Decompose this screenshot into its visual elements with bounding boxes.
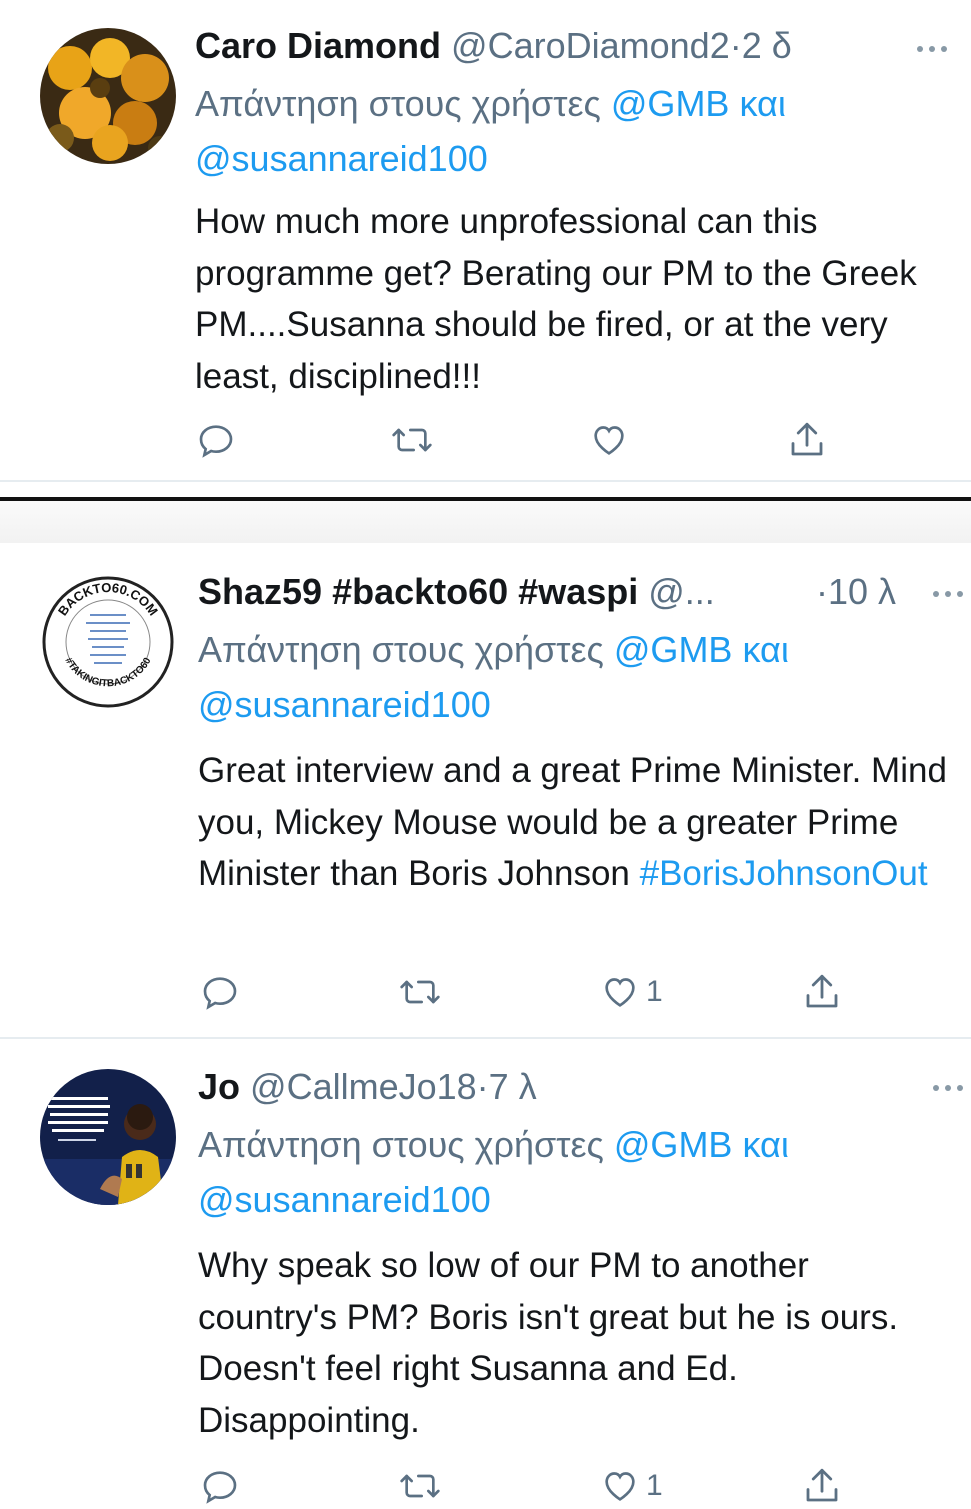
mention-link[interactable]: @susannareid100 xyxy=(198,1179,491,1220)
share-button[interactable] xyxy=(801,969,843,1015)
share-button[interactable] xyxy=(801,1463,843,1509)
mention-link[interactable]: @susannareid100 xyxy=(198,684,491,725)
timestamp[interactable]: 2 δ xyxy=(742,25,792,66)
tweet-1[interactable]: Caro Diamond @CaroDiamond2·2 δ Απάντηση … xyxy=(0,0,971,497)
tweet-time: ·10 λ xyxy=(816,570,896,614)
divider xyxy=(0,480,971,482)
retweet-icon xyxy=(400,980,440,1004)
timestamp[interactable]: 10 λ xyxy=(828,571,896,612)
author-name[interactable]: Shaz59 #backto60 #waspi xyxy=(198,571,638,612)
mention-link[interactable]: @susannareid100 xyxy=(195,138,488,179)
tweet-text: Why speak so low of our PM to another co… xyxy=(198,1246,899,1440)
retweet-button[interactable] xyxy=(398,969,442,1015)
like-icon xyxy=(605,978,635,1007)
mention-link[interactable]: @GMB xyxy=(614,1124,733,1165)
retweet-icon xyxy=(392,428,432,452)
reply-icon xyxy=(199,425,233,458)
share-icon xyxy=(806,1468,838,1502)
reply-button[interactable] xyxy=(200,969,240,1015)
hashtag-link[interactable]: #BorisJohnsonOut xyxy=(640,854,928,893)
mention-link[interactable]: @GMB xyxy=(614,629,733,670)
reply-icon xyxy=(203,1471,237,1504)
tweet-3[interactable]: Jo @CallmeJo18·7 λ Απάντηση στους χρήστε… xyxy=(0,1039,971,1508)
author-handle[interactable]: @CaroDiamond2 xyxy=(451,25,730,66)
retweet-icon xyxy=(400,1474,440,1498)
author-name[interactable]: Jo xyxy=(198,1066,240,1107)
reply-button[interactable] xyxy=(200,1463,240,1509)
reply-and: και xyxy=(739,83,786,124)
reply-prefix: Απάντηση στους χρήστες xyxy=(198,1124,604,1165)
retweet-button[interactable] xyxy=(390,417,434,463)
author-name[interactable]: Caro Diamond xyxy=(195,25,441,66)
like-count: 1 xyxy=(646,1469,663,1502)
like-icon xyxy=(605,1472,635,1501)
reply-prefix: Απάντηση στους χρήστες xyxy=(195,83,601,124)
more-icon[interactable] xyxy=(913,38,953,58)
tweet-text: Great interview and a great Prime Minist… xyxy=(198,745,968,900)
timestamp[interactable]: 7 λ xyxy=(489,1066,537,1107)
reply-button[interactable] xyxy=(196,417,236,463)
reply-and: και xyxy=(742,629,789,670)
share-icon xyxy=(791,422,823,456)
like-button[interactable]: 1 xyxy=(600,969,663,1015)
reply-icon xyxy=(203,977,237,1010)
tweet-header: Shaz59 #backto60 #waspi @... xyxy=(198,570,715,614)
reply-context: Απάντηση στους χρήστες @GMB και @susanna… xyxy=(195,76,935,186)
separator-dot: · xyxy=(476,1066,489,1107)
like-icon xyxy=(594,426,624,455)
author-handle[interactable]: @... xyxy=(648,571,715,612)
more-icon[interactable] xyxy=(929,583,969,603)
retweet-button[interactable] xyxy=(398,1463,442,1509)
like-count: 1 xyxy=(646,975,663,1008)
author-handle[interactable]: @CallmeJo18 xyxy=(250,1066,477,1107)
share-icon xyxy=(806,974,838,1008)
screenshot-gap xyxy=(0,501,971,543)
tweet-header: Jo @CallmeJo18·7 λ xyxy=(198,1065,537,1109)
reply-context: Απάντηση στους χρήστες @GMB και @susanna… xyxy=(198,622,938,732)
reply-context: Απάντηση στους χρήστες @GMB και @susanna… xyxy=(198,1117,938,1227)
tweet-2[interactable]: BACKTO60.COM #TAKINGITBACKTO60 Shaz59 #b… xyxy=(0,543,971,1039)
like-button[interactable]: 1 xyxy=(600,1463,663,1509)
separator-dot: · xyxy=(729,25,742,66)
more-icon[interactable] xyxy=(929,1077,969,1097)
reply-and: και xyxy=(742,1124,789,1165)
avatar[interactable]: BACKTO60.COM #TAKINGITBACKTO60 xyxy=(40,574,176,710)
mention-link[interactable]: @GMB xyxy=(611,83,730,124)
avatar[interactable] xyxy=(40,28,176,164)
tweet-header: Caro Diamond @CaroDiamond2·2 δ xyxy=(195,24,792,68)
avatar[interactable] xyxy=(40,1069,176,1205)
like-button[interactable] xyxy=(589,417,635,463)
separator-dot: · xyxy=(816,571,828,612)
tweet-text: How much more unprofessional can this pr… xyxy=(195,202,917,396)
share-button[interactable] xyxy=(786,417,828,463)
reply-prefix: Απάντηση στους χρήστες xyxy=(198,629,604,670)
